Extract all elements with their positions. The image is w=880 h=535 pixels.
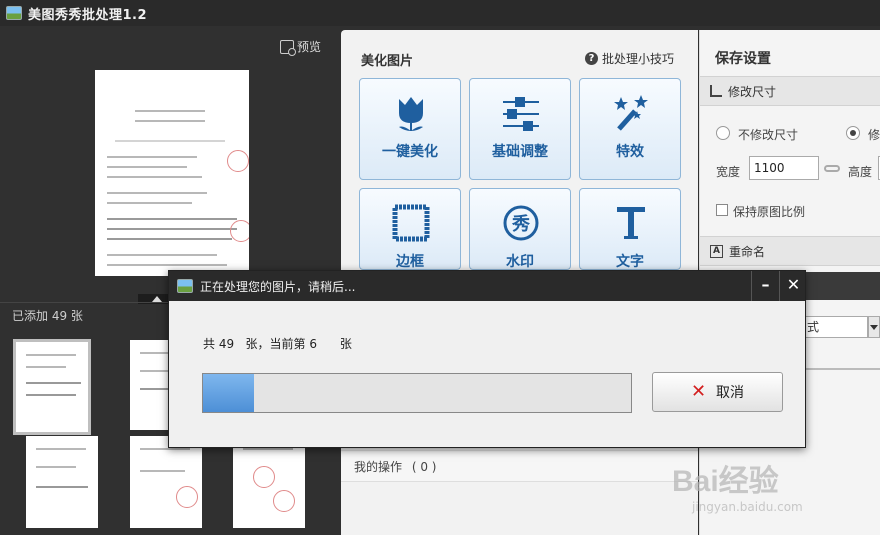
no-resize-radio[interactable] [716,126,730,140]
tile-effects[interactable]: 特效 [579,78,681,180]
rename-a-icon: A [710,244,723,258]
watermark-url: jingyan.baidu.com [692,500,803,514]
my-operations-bar[interactable]: 我的操作 ( 0 ) [341,450,698,482]
baidu-jingyan-watermark: Bai经验 jingyan.baidu.com [672,448,872,528]
progress-bar [202,373,632,413]
tile-basic-adjust[interactable]: 基础调整 [469,78,571,180]
tile-one-click-beautify[interactable]: 一键美化 [359,78,461,180]
progress-bar-fill [203,374,255,412]
my-operations-count: ( 0 ) [411,460,437,474]
cancel-label: 取消 [716,385,745,401]
tile-watermark[interactable]: 秀 水印 [469,188,571,270]
title-bar: 美图秀秀批处理1.2 [0,0,880,26]
keep-ratio-label: 保持原图比例 [733,205,806,219]
crop-icon [710,85,722,97]
rename-section-header[interactable]: A 重命名 [700,236,880,266]
dialog-title: 正在处理您的图片，请稍后... [200,279,356,294]
thumbnail-item[interactable] [233,436,305,528]
tulip-icon [399,97,423,131]
my-operations-label: 我的操作 [354,460,403,474]
quality-slider[interactable] [804,368,880,370]
text-t-icon [617,207,645,239]
xiu-stamp-icon: 秀 [503,205,539,241]
thumbnail-item[interactable] [130,436,202,528]
thumbnail-item[interactable] [26,436,98,528]
magic-wand-icon [614,95,648,131]
format-select[interactable]: 式 [804,316,868,338]
watermark-main: Bai经验 [672,465,779,498]
tile-label: 水印 [506,254,534,270]
window-title: 美图秀秀批处理1.2 [28,7,148,23]
resize-option-label: 修 [868,128,880,142]
tile-label: 一键美化 [382,144,438,160]
sliders-icon [503,97,539,131]
progress-status-text: 共 49 张，当前第 6 张 [203,337,352,351]
tile-label: 边框 [396,254,424,270]
cancel-button[interactable]: ✕ 取消 [652,372,783,412]
thumbnail-item[interactable] [13,339,91,435]
close-button[interactable]: ✕ [779,271,807,301]
beautify-heading: 美化图片 [361,54,414,69]
cancel-x-icon: ✕ [690,381,707,402]
section-header-fragment [804,272,880,300]
resize-radio[interactable] [846,126,860,140]
width-label: 宽度 [716,165,741,179]
tile-text[interactable]: 文字 [579,188,681,270]
added-count-label: 已添加 49 张 [12,309,83,323]
app-logo-icon [6,6,22,20]
link-chain-icon[interactable] [824,165,840,172]
width-input[interactable]: 1100 [749,156,819,180]
help-question-icon: ? [584,52,598,65]
rename-section-label: 重命名 [729,244,766,259]
frame-icon [392,204,430,242]
tile-label: 文字 [616,254,644,270]
save-settings-title: 保存设置 [715,51,771,67]
resize-section-header[interactable]: 修改尺寸 [700,76,880,106]
preview-button[interactable]: 预览 [280,38,322,56]
height-label: 高度 [848,165,873,179]
no-resize-label: 不修改尺寸 [738,128,799,142]
chevron-down-icon[interactable] [868,316,880,338]
tips-label: 批处理小技巧 [601,52,674,66]
preview-magnifier-icon [280,39,296,56]
keep-ratio-checkbox[interactable] [716,204,728,216]
app-logo-icon [177,279,193,293]
minimize-button[interactable]: – [751,271,779,301]
dialog-title-bar: 正在处理您的图片，请稍后... [169,271,805,301]
preview-label: 预览 [297,40,322,54]
svg-text:秀: 秀 [511,214,530,235]
tile-label: 基础调整 [492,144,548,160]
resize-section-label: 修改尺寸 [728,84,777,99]
processing-dialog: 正在处理您的图片，请稍后... – ✕ 共 49 张，当前第 6 张 ✕ 取消 [168,270,806,448]
tile-frame[interactable]: 边框 [359,188,461,270]
large-image-preview [95,70,249,276]
tile-label: 特效 [616,144,644,160]
batch-tips-link[interactable]: ? 批处理小技巧 [584,50,674,67]
